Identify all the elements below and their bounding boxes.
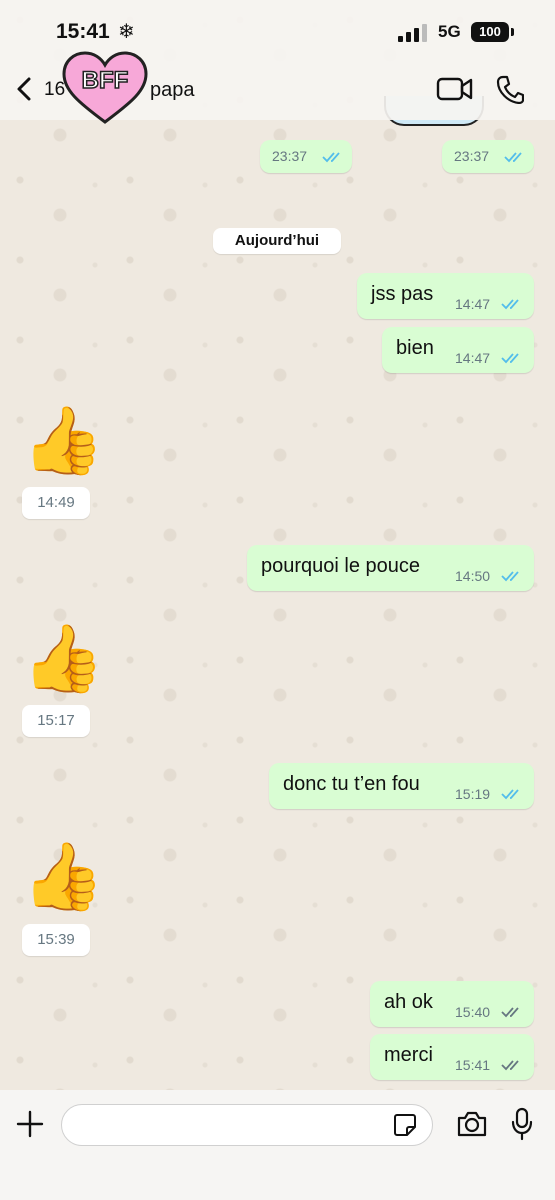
message-text: jss pas — [371, 283, 434, 305]
message-time: 15:40 — [455, 1004, 491, 1020]
thumbs-up-emoji-message[interactable]: 👍 — [22, 618, 104, 698]
message-text: merci — [384, 1044, 433, 1066]
message-bubble-earlier-2[interactable]: 23:37 — [442, 140, 534, 173]
phone-call-icon[interactable] — [496, 74, 524, 104]
battery-tip — [511, 28, 514, 36]
read-ticks-icon — [501, 571, 519, 582]
message-bubble-outgoing[interactable]: donc tu t’en fou 15:19 — [269, 763, 534, 809]
message-time: 14:49 — [22, 487, 90, 519]
read-ticks-icon — [501, 353, 519, 364]
message-time: 15:41 — [455, 1057, 491, 1073]
microphone-icon[interactable] — [510, 1107, 534, 1141]
video-call-icon[interactable] — [436, 76, 474, 102]
message-time: 23:37 — [272, 148, 308, 164]
message-time: 14:50 — [455, 568, 491, 584]
message-input[interactable] — [61, 1104, 433, 1146]
message-bubble-outgoing[interactable]: merci 15:41 — [370, 1034, 534, 1080]
status-time: 15:41 — [56, 20, 110, 43]
avatar-text: BFF — [82, 67, 129, 94]
battery-icon: 100 — [471, 22, 509, 42]
delivered-ticks-icon — [501, 1007, 519, 1018]
network-type: 5G — [438, 22, 461, 41]
message-time: 23:37 — [454, 148, 490, 164]
read-ticks-icon — [501, 789, 519, 800]
avatar[interactable]: BFF — [60, 50, 150, 126]
plus-icon[interactable] — [16, 1110, 44, 1138]
sticker-icon[interactable] — [393, 1113, 417, 1137]
message-text: pourquoi le pouce — [261, 555, 421, 577]
chevron-left-icon[interactable] — [14, 76, 36, 102]
day-separator: Aujourd’hui — [213, 228, 341, 254]
message-text: donc tu t’en fou — [283, 773, 420, 795]
delivered-ticks-icon — [501, 1060, 519, 1071]
message-time: 15:19 — [455, 786, 491, 802]
thumbs-up-emoji-message[interactable]: 👍 — [22, 400, 104, 480]
signal-strength-icon — [398, 24, 430, 42]
message-bubble-outgoing[interactable]: pourquoi le pouce 14:50 — [247, 545, 534, 591]
read-ticks-icon — [322, 152, 340, 163]
message-bubble-earlier-1[interactable]: 23:37 — [260, 140, 352, 173]
message-text: bien — [396, 337, 434, 359]
message-bubble-outgoing[interactable]: bien 14:47 — [382, 327, 534, 373]
camera-icon[interactable] — [456, 1110, 488, 1138]
message-time: 14:47 — [455, 296, 491, 312]
snowflake-icon: ❄ — [118, 21, 135, 43]
message-time: 15:17 — [22, 705, 90, 737]
read-ticks-icon — [504, 152, 522, 163]
contact-name[interactable]: papa — [150, 79, 195, 102]
message-text: ah ok — [384, 991, 433, 1013]
thumbs-up-emoji-message[interactable]: 👍 — [22, 836, 104, 916]
read-ticks-icon — [501, 299, 519, 310]
message-time: 14:47 — [455, 350, 491, 366]
message-bubble-outgoing[interactable]: jss pas 14:47 — [357, 273, 534, 319]
message-bubble-outgoing[interactable]: ah ok 15:40 — [370, 981, 534, 1027]
message-time: 15:39 — [22, 924, 90, 956]
